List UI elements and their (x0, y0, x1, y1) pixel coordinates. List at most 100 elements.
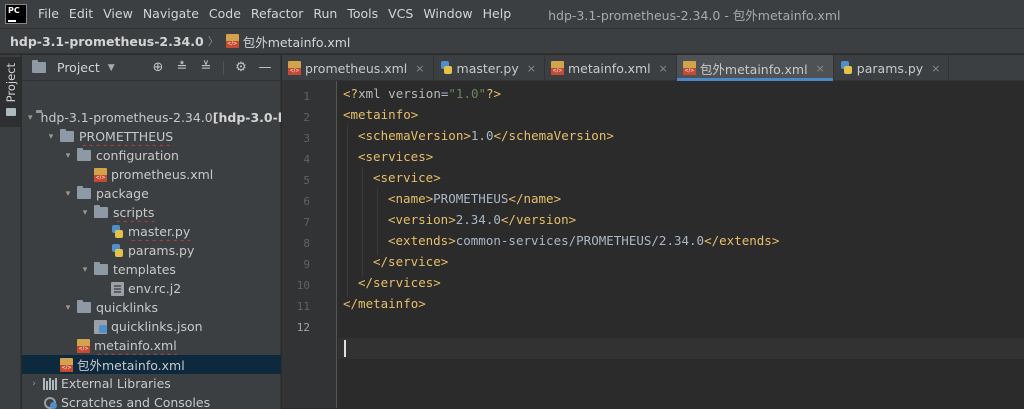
menu-bar: PC File Edit View Navigate Code Refactor Run To… (0, 0, 1024, 28)
close-icon[interactable]: × (659, 62, 668, 75)
close-icon[interactable]: × (415, 62, 424, 75)
close-icon[interactable]: × (931, 62, 940, 75)
tree-item[interactable]: Scratches and Consoles (22, 393, 281, 409)
xml-file-icon (225, 34, 239, 48)
menu-vcs[interactable]: VCS (383, 0, 418, 28)
tree-item[interactable]: params.py (22, 241, 281, 260)
menu-view[interactable]: View (98, 0, 138, 28)
locate-file-icon[interactable]: ⊕ (151, 60, 165, 75)
menu-navigate[interactable]: Navigate (138, 0, 204, 28)
tab-params-py[interactable]: params.py × (834, 55, 950, 81)
tree-toggle-icon[interactable]: ▾ (79, 265, 91, 275)
xml-file-icon (77, 338, 90, 353)
code-token: </extends> (704, 233, 780, 248)
tree-item[interactable]: ▾ quicklinks (22, 298, 281, 317)
tab-master-py[interactable]: master.py × (434, 55, 545, 81)
code-line: <schemaVersion>1.0</schemaVersion> (358, 128, 614, 149)
xml-file-icon (682, 61, 696, 75)
code-token: </schemaVersion> (493, 128, 614, 143)
menu-run[interactable]: Run (308, 0, 342, 28)
line-number: 4 (303, 153, 310, 166)
tab-prometheus-xml[interactable]: prometheus.xml × (282, 55, 434, 81)
code-line: <?xml version="1.0"?> (343, 86, 501, 107)
folder-icon (77, 148, 91, 161)
app-logo-icon[interactable]: PC (5, 4, 27, 24)
tree-toggle-icon[interactable]: ▾ (62, 189, 74, 199)
tree-item-label: configuration (96, 148, 179, 163)
xml-file-icon (550, 61, 564, 75)
tab-metainfo-xml[interactable]: metainfo.xml × (545, 55, 677, 81)
folder-icon (94, 262, 108, 275)
tree-item-label: scripts (113, 205, 155, 220)
folder-icon (94, 205, 108, 218)
tree-item-label: master.py (128, 224, 191, 239)
tree-item-label: hdp-3.1-prometheus-2.34.0 (40, 110, 213, 125)
tree-item[interactable]: ▾ package (22, 184, 281, 203)
tree-item[interactable]: ▾ templates (22, 260, 281, 279)
breadcrumb-project[interactable]: hdp-3.1-prometheus-2.34.0 (10, 34, 204, 49)
tree-toggle-icon[interactable]: ▾ (79, 208, 91, 218)
line-number: 7 (303, 216, 310, 229)
line-number: 8 (303, 237, 310, 250)
code-line: <metainfo> (343, 107, 418, 128)
menu-file[interactable]: File (33, 0, 64, 28)
folder-icon (77, 300, 91, 313)
breadcrumb-file[interactable]: 包外metainfo.xml (223, 32, 350, 51)
menu-window[interactable]: Window (418, 0, 477, 28)
tree-item-label: PROMETTHEUS (79, 129, 174, 144)
tree-item[interactable]: 包外metainfo.xml (22, 355, 281, 374)
tab-label: 包外metainfo.xml (699, 61, 808, 77)
tree-item-label: quicklinks.json (111, 319, 203, 334)
left-tool-stripe: Project (0, 55, 21, 409)
current-line-highlight (338, 338, 1024, 359)
tree-item-label: prometheus.xml (111, 167, 214, 182)
project-panel: Project ▼ ⊕ ≛ ≚ ⚙ — ▾ hdp-3.1-prometheus-… (22, 55, 281, 409)
gear-icon[interactable]: ⚙ (234, 60, 248, 75)
tree-item[interactable]: quicklinks.json (22, 317, 281, 336)
line-number: 5 (303, 174, 310, 187)
menu-help[interactable]: Help (478, 0, 517, 28)
expand-all-icon[interactable]: ≛ (175, 60, 189, 75)
tree-item[interactable]: prometheus.xml (22, 165, 281, 184)
breadcrumb-separator: 〉 (207, 35, 219, 48)
code-line: <version>2.34.0</version> (388, 212, 576, 233)
tree-toggle-icon[interactable]: › (28, 379, 40, 389)
tree-toggle-icon[interactable]: ▾ (62, 151, 74, 161)
tree-item[interactable]: ▾ PROMETTHEUS (22, 127, 281, 146)
menu-code[interactable]: Code (204, 0, 246, 28)
tree-item[interactable]: ▾ scripts (22, 203, 281, 222)
tab-label: prometheus.xml (305, 60, 408, 76)
tree-item[interactable]: › External Libraries (22, 374, 281, 393)
tree-item[interactable]: master.py (22, 222, 281, 241)
tree-item[interactable]: ▾ configuration (22, 146, 281, 165)
project-panel-tools: ⊕ ≛ ≚ ⚙ — (151, 60, 280, 75)
code-line: </metainfo> (343, 296, 426, 317)
code-token: 1.0 (470, 128, 494, 143)
code-editor[interactable]: 1 2 3 4 5 6 7 8 9 10 11 12 <?xml version="1.0"?> <me… (282, 81, 1024, 408)
code-token: </version> (500, 212, 577, 227)
tree-toggle-icon[interactable]: ▾ (62, 303, 74, 313)
tree-item[interactable]: metainfo.xml (22, 336, 281, 355)
menu-refactor[interactable]: Refactor (246, 0, 308, 28)
menu-edit[interactable]: Edit (64, 0, 98, 28)
tree-item-label: metainfo.xml (94, 338, 177, 353)
chevron-down-icon[interactable]: ▼ (108, 63, 115, 73)
line-number: 9 (303, 258, 310, 271)
project-panel-title[interactable]: Project (57, 60, 100, 75)
code-token: </services> (358, 275, 441, 290)
indent-guide (362, 167, 363, 276)
line-number: 12 (296, 321, 310, 334)
tree-toggle-icon[interactable]: ▾ (28, 113, 33, 123)
close-icon[interactable]: × (527, 62, 536, 75)
menu-tools[interactable]: Tools (342, 0, 383, 28)
hide-panel-icon[interactable]: — (258, 60, 272, 75)
collapse-all-icon[interactable]: ≚ (199, 60, 213, 75)
tree-item[interactable]: env.rc.j2 (22, 279, 281, 298)
code-token: </metainfo> (343, 296, 426, 311)
close-icon[interactable]: × (816, 62, 825, 75)
tree-toggle-icon[interactable]: ▾ (45, 132, 57, 142)
tree-item[interactable]: ▾ hdp-3.1-prometheus-2.34.0 [hdp-3.0-ky (22, 108, 281, 127)
project-tool-window-button[interactable]: Project (0, 57, 21, 127)
tab-metainfo-xml[interactable]: 包外metainfo.xml × (676, 55, 834, 81)
tree-item-label: package (96, 186, 149, 201)
